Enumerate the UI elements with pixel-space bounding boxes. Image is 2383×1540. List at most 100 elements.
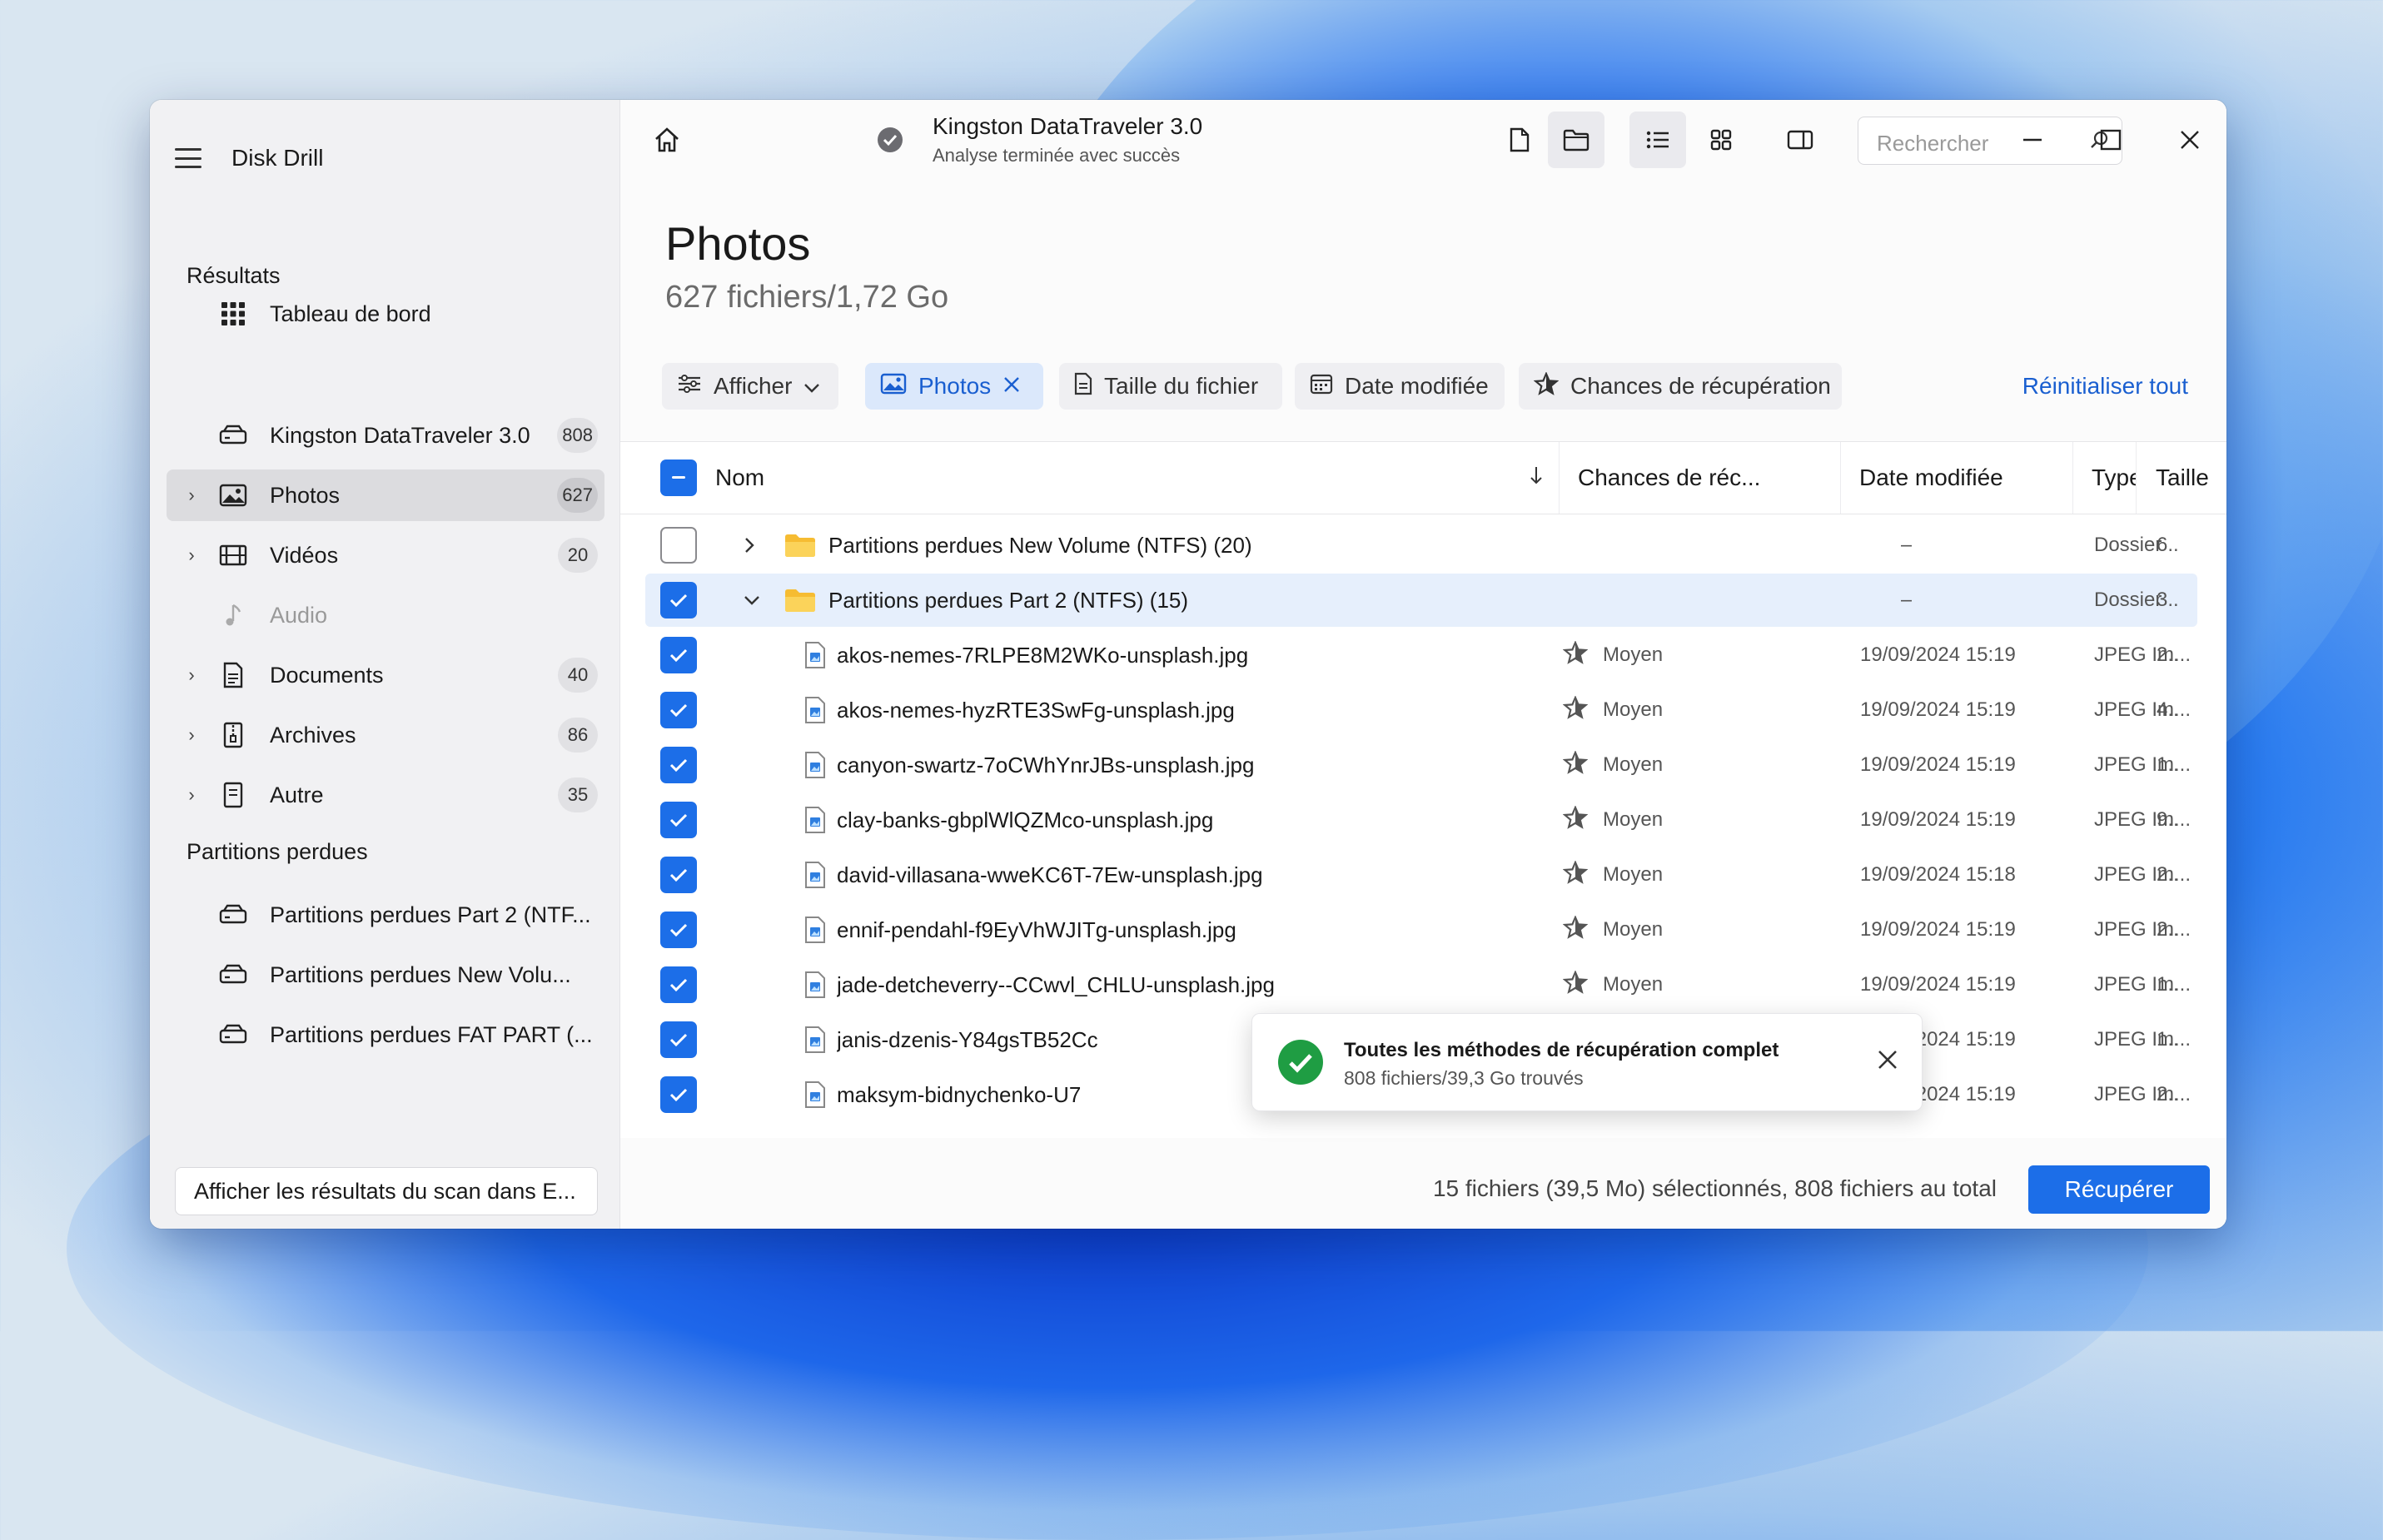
- file-size-filter-chip[interactable]: Taille du fichier: [1059, 363, 1282, 410]
- notification-toast: Toutes les méthodes de récupération comp…: [1251, 1013, 1923, 1111]
- recovery-chances-filter-chip[interactable]: Chances de récupération: [1519, 363, 1842, 410]
- page-title: Photos: [665, 217, 811, 270]
- sidebar-item-archives[interactable]: › Archives 86: [167, 709, 604, 761]
- row-checkbox[interactable]: [660, 527, 697, 564]
- search-input[interactable]: Rechercher: [1858, 117, 2122, 165]
- row-checkbox[interactable]: [660, 857, 697, 893]
- sidebar-item-documents[interactable]: › Documents 40: [167, 649, 604, 701]
- row-checkbox[interactable]: [660, 637, 697, 673]
- column-header-name[interactable]: Nom: [710, 442, 1560, 514]
- hamburger-menu-icon[interactable]: [175, 148, 201, 168]
- preview-panel-icon[interactable]: [1772, 112, 1828, 168]
- drive-icon: [216, 898, 250, 931]
- file-type: Dossier: [2094, 534, 2162, 556]
- date-modified: –: [1901, 589, 1913, 611]
- folder-view-icon[interactable]: [1548, 112, 1604, 168]
- recovery-chances-cell: Moyen: [1563, 628, 1663, 682]
- sidebar-item-label: Autre: [270, 782, 324, 807]
- close-icon[interactable]: [1877, 1049, 1898, 1075]
- sort-arrow-down-icon[interactable]: [1529, 464, 1544, 491]
- recovery-chances-value: Moyen: [1603, 753, 1664, 776]
- row-checkbox[interactable]: [660, 1021, 697, 1058]
- archive-icon: [216, 718, 250, 752]
- chevron-right-icon[interactable]: [744, 519, 755, 572]
- row-checkbox[interactable]: [660, 692, 697, 728]
- table-row[interactable]: clay-banks-gbplWlQZMco-unsplash.jpg Moyen…: [645, 793, 2197, 847]
- column-header-label: Nom: [715, 464, 765, 490]
- reset-all-link[interactable]: Réinitialiser tout: [2022, 373, 2188, 400]
- column-header-date[interactable]: Date modifiée: [1841, 442, 2073, 514]
- row-checkbox-cell: [660, 848, 697, 902]
- show-scan-results-button[interactable]: Afficher les résultats du scan dans E...: [175, 1167, 598, 1215]
- table-row[interactable]: canyon-swartz-7oCWhYnrJBs-unsplash.jpg Mo…: [645, 738, 2197, 792]
- sidebar-item-lost-part2[interactable]: Partitions perdues Part 2 (NTF...: [167, 889, 604, 941]
- file-view-icon[interactable]: [1491, 112, 1548, 168]
- column-header-chances[interactable]: Chances de réc...: [1560, 442, 1841, 514]
- file-size: 3..: [2157, 589, 2179, 611]
- sidebar-item-lost-fat-part[interactable]: Partitions perdues FAT PART (...: [167, 1009, 604, 1061]
- success-check-icon: [875, 125, 905, 155]
- date-filter-chip[interactable]: Date modifiée: [1295, 363, 1505, 410]
- row-checkbox[interactable]: [660, 1076, 697, 1113]
- photos-chip-label: Photos: [918, 373, 992, 399]
- date-modified: 19/09/2024 15:19: [1860, 918, 2016, 941]
- list-view-icon[interactable]: [1629, 112, 1686, 168]
- file-size: 1..: [2157, 753, 2179, 776]
- sidebar: Disk Drill Tableau de bord Résultats Kin…: [150, 100, 620, 1229]
- chevron-right-icon[interactable]: ›: [167, 484, 216, 506]
- sidebar-item-label: Tableau de bord: [270, 301, 431, 326]
- show-filter-dropdown[interactable]: Afficher: [662, 363, 838, 410]
- chevron-down-icon[interactable]: [744, 574, 760, 627]
- date-modified: 19/09/2024 15:18: [1860, 863, 2016, 886]
- folder-row[interactable]: Partitions perdues New Volume (NTFS) (20…: [645, 519, 2197, 572]
- row-checkbox-cell: [660, 1068, 697, 1121]
- minimize-icon[interactable]: [2007, 112, 2057, 168]
- count-badge: 627: [557, 478, 598, 513]
- table-row[interactable]: jade-detcheverry--CCwvl_CHLU-unsplash.jp…: [645, 958, 2197, 1011]
- chevron-right-icon[interactable]: ›: [167, 544, 216, 566]
- sidebar-item-dashboard[interactable]: Tableau de bord: [167, 288, 604, 340]
- close-icon[interactable]: [2165, 112, 2215, 168]
- sidebar-item-photos[interactable]: › Photos 627: [167, 469, 604, 521]
- column-header-size[interactable]: Taille: [2137, 442, 2226, 514]
- folder-row[interactable]: Partitions perdues Part 2 (NTFS) (15) – Do…: [645, 574, 2197, 627]
- file-size: 9..: [2157, 808, 2179, 831]
- row-checkbox[interactable]: [660, 912, 697, 948]
- column-header-type[interactable]: Type: [2073, 442, 2137, 514]
- close-icon[interactable]: [1002, 373, 1021, 400]
- row-checkbox-cell: [660, 958, 697, 1011]
- table-row[interactable]: akos-nemes-hyzRTE3SwFg-unsplash.jpg Moyen…: [645, 683, 2197, 737]
- row-checkbox[interactable]: [660, 582, 697, 618]
- sidebar-item-videos[interactable]: › Vidéos 20: [167, 529, 604, 581]
- sidebar-item-kingston[interactable]: Kingston DataTraveler 3.0 808: [167, 410, 604, 461]
- date-modified: 19/09/2024 15:19: [1860, 808, 2016, 831]
- file-size: 2..: [2157, 863, 2179, 886]
- home-icon[interactable]: [639, 112, 695, 168]
- selection-status: 15 fichiers (39,5 Mo) sélectionnés, 808 …: [1432, 1175, 1997, 1201]
- table-row[interactable]: david-villasana-wweKC6T-7Ew-unsplash.jpg…: [645, 848, 2197, 902]
- table-row[interactable]: ennif-pendahl-f9EyVhWJITg-unsplash.jpg Mo…: [645, 903, 2197, 956]
- maximize-icon[interactable]: [2086, 112, 2136, 168]
- sidebar-item-lost-new-volume[interactable]: Partitions perdues New Volu...: [167, 949, 604, 1001]
- chevron-right-icon[interactable]: ›: [167, 784, 216, 806]
- file-name: canyon-swartz-7oCWhYnrJBs-unsplash.jpg: [837, 752, 1255, 777]
- sidebar-item-audio[interactable]: Audio: [167, 589, 604, 641]
- row-checkbox[interactable]: [660, 747, 697, 783]
- row-checkbox-cell: [660, 574, 697, 627]
- row-checkbox[interactable]: [660, 966, 697, 1003]
- count-badge: 40: [558, 658, 598, 693]
- chevron-right-icon[interactable]: ›: [167, 724, 216, 746]
- row-checkbox[interactable]: [660, 802, 697, 838]
- grid-view-icon[interactable]: [1693, 112, 1749, 168]
- sidebar-item-other[interactable]: › Autre 35: [167, 769, 604, 821]
- sidebar-item-label: Vidéos: [270, 542, 339, 568]
- table-row[interactable]: akos-nemes-7RLPE8M2WKo-unsplash.jpg Moyen…: [645, 628, 2197, 682]
- chevron-right-icon[interactable]: ›: [167, 664, 216, 686]
- recover-button[interactable]: Récupérer: [2028, 1165, 2210, 1214]
- file-size: 1..: [2157, 973, 2179, 996]
- sliders-icon: [677, 373, 702, 400]
- file-name: maksym-bidnychenko-U7: [837, 1081, 1082, 1107]
- photos-filter-chip[interactable]: Photos: [865, 363, 1043, 410]
- select-all-checkbox[interactable]: [660, 460, 697, 496]
- toast-title: Toutes les méthodes de récupération comp…: [1344, 1039, 1779, 1061]
